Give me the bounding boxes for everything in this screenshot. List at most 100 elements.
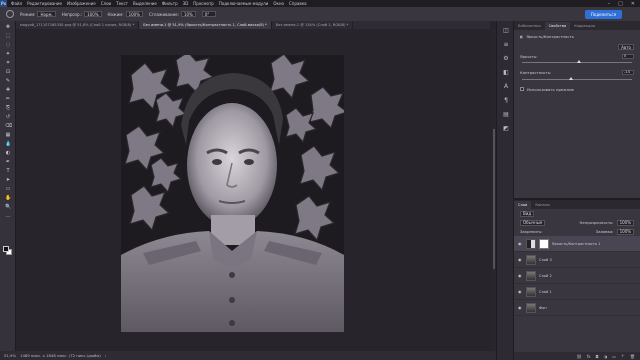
brightness-field[interactable]: 0 <box>622 53 634 59</box>
layer-row[interactable]: ◉ Слой 1 <box>514 284 640 300</box>
layer-thumbnail <box>526 302 536 313</box>
hand-icon[interactable]: ✋ <box>5 196 11 201</box>
share-button[interactable]: Поделиться <box>584 9 622 19</box>
type-icon[interactable]: T <box>5 169 11 174</box>
tab-libraries[interactable]: Библиотеки <box>514 22 545 30</box>
portrait-photo[interactable] <box>121 55 344 332</box>
minimize-icon[interactable]: – <box>608 1 611 7</box>
contrast-slider-knob[interactable] <box>569 77 574 80</box>
tab-properties[interactable]: Свойства <box>544 22 571 30</box>
visibility-eye-icon[interactable]: ◉ <box>518 289 523 294</box>
layer-row[interactable]: ◉ Слой 3 <box>514 252 640 268</box>
blur-icon[interactable]: 💧 <box>5 142 11 147</box>
brightness-slider[interactable] <box>522 60 632 63</box>
new-layer-icon[interactable]: ＋ <box>621 353 625 359</box>
marquee-icon[interactable]: ⬚ <box>5 34 11 39</box>
brush-preset-icon[interactable] <box>6 10 14 18</box>
mode-select[interactable]: Норм. <box>37 11 56 17</box>
magic-wand-icon[interactable]: ✦ <box>5 52 11 57</box>
layer-kind-filter[interactable]: Вид <box>520 210 535 217</box>
layer-mask-thumbnail[interactable] <box>539 238 549 249</box>
paragraph-icon[interactable]: ¶ <box>502 97 510 105</box>
properties-tabs: Библиотеки Свойства Коррекция <box>514 21 640 30</box>
brush-icon[interactable]: ✏ <box>5 97 11 102</box>
photoshop-logo[interactable]: Ps <box>0 0 7 7</box>
eyedropper-icon[interactable]: ✎ <box>5 79 11 84</box>
frame-icon[interactable]: ⊡ <box>5 70 11 75</box>
opacity-field[interactable]: 100% <box>84 11 102 17</box>
tab-layers[interactable]: Слои <box>514 201 532 209</box>
stamp-icon[interactable]: ⎘ <box>5 106 11 111</box>
tab-adjustments[interactable]: Коррекция <box>570 22 599 30</box>
smoothing-field[interactable]: 10% <box>180 11 196 17</box>
visibility-eye-icon[interactable]: ◉ <box>518 305 523 310</box>
path-select-icon[interactable]: ➤ <box>5 178 11 183</box>
eraser-icon[interactable]: ⌫ <box>5 124 12 129</box>
fx-icon[interactable]: fx <box>587 354 591 359</box>
layer-row[interactable]: ◉ Яркость/Контрастность 1 <box>514 236 640 252</box>
mask-icon[interactable]: ◘ <box>595 354 598 359</box>
status-arrow-icon[interactable]: › <box>105 353 107 358</box>
healing-icon[interactable]: ✚ <box>5 88 11 93</box>
document-tabs: модуий_171107165330.png @ 51,6% (Слой 1 … <box>16 21 490 29</box>
adjustment-icon[interactable]: ◑ <box>604 354 608 359</box>
move-icon[interactable]: ✥ <box>5 25 11 30</box>
menu-item[interactable]: Справка <box>289 1 307 6</box>
contrast-slider[interactable] <box>522 77 632 80</box>
portrait-image <box>121 55 344 332</box>
dodge-icon[interactable]: ◐ <box>5 151 11 156</box>
document-tab[interactable]: модуий_171107165330.png @ 51,6% (Слой 1 … <box>16 21 140 29</box>
more-icon[interactable]: … <box>5 214 11 219</box>
folder-icon[interactable]: ▭ <box>612 354 616 359</box>
menu-item[interactable]: 3D <box>183 1 189 6</box>
styles-icon[interactable]: ▤ <box>502 111 510 119</box>
history-icon[interactable]: ◫ <box>502 27 510 35</box>
close-icon[interactable]: ✕ <box>631 1 635 7</box>
pen-icon[interactable]: ✒ <box>5 160 11 165</box>
layers-comp-icon[interactable]: ≡ <box>502 41 510 49</box>
lasso-icon[interactable]: ◌ <box>5 43 11 48</box>
menu-item[interactable]: Файл <box>11 1 22 6</box>
auto-button[interactable]: Авто <box>618 44 634 50</box>
visibility-eye-icon[interactable]: ◉ <box>518 241 523 246</box>
foreground-color-swatch[interactable] <box>3 246 9 252</box>
legacy-checkbox[interactable] <box>520 87 524 91</box>
link-icon[interactable]: ⛓ <box>577 354 582 359</box>
swatches-icon[interactable]: ◧ <box>502 69 510 77</box>
character-icon[interactable]: A <box>502 83 510 91</box>
navigator-icon[interactable]: ◩ <box>502 125 510 133</box>
fill-field[interactable]: 100% <box>616 228 634 235</box>
contrast-field[interactable]: -14 <box>622 69 634 75</box>
layer-row[interactable]: ◉ Фон <box>514 300 640 316</box>
maximize-icon[interactable]: □ <box>618 1 623 7</box>
zoom-level[interactable]: 51,9% <box>4 353 16 358</box>
layer-row[interactable]: ◉ Слой 2 <box>514 268 640 284</box>
menu-item[interactable]: Редактирование <box>27 1 62 6</box>
shape-icon[interactable]: ▭ <box>5 187 11 192</box>
menu-item[interactable]: Окно <box>273 1 284 6</box>
gradient-icon[interactable]: ▦ <box>5 133 11 138</box>
trash-icon[interactable]: 🗑 <box>630 354 635 359</box>
menu-item[interactable]: Слои <box>101 1 111 6</box>
document-tab[interactable]: Без имени-1 @ 134% (Слой 1, RGB/8) * <box>272 21 354 29</box>
settings-icon[interactable]: ⚙ <box>502 55 510 63</box>
blend-mode-select[interactable]: Обычные <box>520 219 546 226</box>
scrollbar-thumb[interactable] <box>493 129 495 269</box>
pressure-field[interactable]: 100% <box>125 11 144 17</box>
history-brush-icon[interactable]: ↺ <box>5 115 11 120</box>
menu-item[interactable]: Текст <box>116 1 128 6</box>
visibility-eye-icon[interactable]: ◉ <box>518 273 523 278</box>
brightness-slider-knob[interactable] <box>577 60 581 63</box>
menu-item[interactable]: Изображение <box>67 1 96 6</box>
document-tab[interactable]: Без имени-1 @ 51,9% (Яркость/Контрастнос… <box>139 21 272 29</box>
zoom-icon[interactable]: 🔍 <box>5 205 11 210</box>
menu-item[interactable]: Фильтр <box>162 1 178 6</box>
menu-item[interactable]: Выделение <box>133 1 157 6</box>
crop-icon[interactable]: ⌗ <box>5 61 11 66</box>
menu-item[interactable]: Подключаемые модули <box>219 1 269 6</box>
layer-opacity-field[interactable]: 100% <box>616 219 634 226</box>
menu-item[interactable]: Просмотр <box>193 1 214 6</box>
angle-field[interactable]: 0° <box>201 11 216 17</box>
visibility-eye-icon[interactable]: ◉ <box>518 257 523 262</box>
tab-channels[interactable]: Каналы <box>531 201 553 209</box>
